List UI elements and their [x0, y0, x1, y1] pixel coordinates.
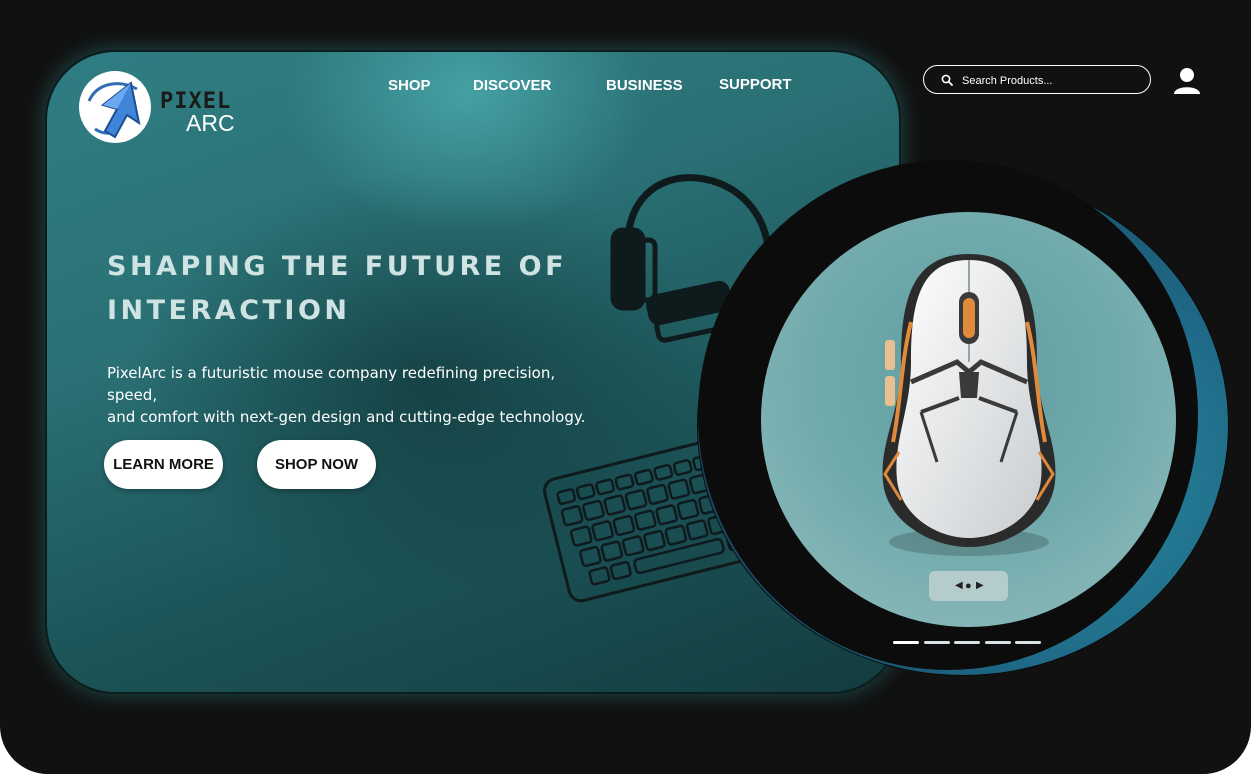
hero-description: PixelArc is a futuristic mouse company r… — [107, 362, 607, 428]
logo-arrow-icon — [87, 81, 141, 139]
nav-shop[interactable]: SHOP — [388, 77, 431, 94]
product-stage — [761, 212, 1176, 627]
nav-business[interactable]: BUSINESS — [606, 77, 683, 94]
carousel-center-dot: ● — [965, 580, 972, 592]
nav-support[interactable]: SUPPORT — [719, 76, 792, 93]
search-icon — [941, 74, 953, 86]
logo-badge[interactable] — [79, 71, 151, 143]
carousel-indicator-3[interactable] — [954, 641, 980, 644]
carousel-indicator-5[interactable] — [1015, 641, 1041, 644]
carousel-control[interactable]: ◀ ● ▶ — [929, 571, 1008, 601]
hero-headline-line1: SHAPING THE FUTURE OF — [107, 251, 568, 282]
nav-discover[interactable]: DISCOVER — [473, 77, 551, 94]
search-input[interactable] — [960, 70, 1144, 91]
hero-description-line2: and comfort with next-gen design and cut… — [107, 408, 586, 426]
user-icon[interactable] — [1172, 66, 1202, 96]
carousel-indicator-2[interactable] — [924, 641, 950, 644]
mouse-product-image — [882, 254, 1056, 556]
logo-wordmark-arc: ARC — [186, 110, 235, 136]
hero-description-line1: PixelArc is a futuristic mouse company r… — [107, 364, 556, 404]
shop-now-button[interactable]: SHOP NOW — [257, 440, 376, 489]
learn-more-button[interactable]: LEARN MORE — [104, 440, 223, 489]
chevron-right-icon[interactable]: ▶ — [976, 571, 984, 601]
carousel-indicator-4[interactable] — [985, 641, 1011, 644]
chevron-left-icon[interactable]: ◀ — [955, 571, 963, 601]
carousel-indicator-1[interactable] — [893, 641, 919, 644]
hero-headline-line2: INTERACTION — [107, 295, 351, 326]
landing-page: PIXEL ARC SHOP DISCOVER BUSINESS SUPPORT… — [0, 0, 1251, 774]
search-bar[interactable] — [923, 65, 1151, 94]
hero-headline: SHAPING THE FUTURE OF INTERACTION — [107, 245, 587, 333]
